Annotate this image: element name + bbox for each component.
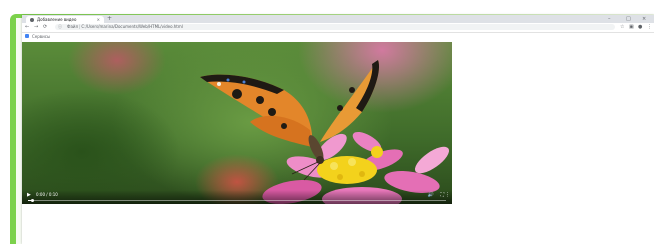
tab-bar: Добавление видео × + – □ × <box>22 15 654 23</box>
apps-label[interactable]: Сервисы <box>32 33 50 40</box>
back-button[interactable]: ← <box>25 23 29 32</box>
video-progress-knob[interactable] <box>31 199 35 202</box>
toolbar: ← → ⟳ ⓘ Файл|C:/Users/marina/Documents/W… <box>22 23 654 33</box>
fullscreen-icon[interactable]: ⛶ <box>440 192 444 198</box>
browser-window: Добавление видео × + – □ × ← → ⟳ ⓘ Файл|… <box>22 15 654 244</box>
play-icon[interactable]: ▶ <box>27 192 31 198</box>
reload-button[interactable]: ⟳ <box>43 23 47 32</box>
bookmarks-bar: Сервисы <box>22 33 654 40</box>
extensions-icon[interactable]: ▣ <box>629 23 634 32</box>
menu-icon[interactable]: ⋮ <box>647 23 652 32</box>
site-info-icon[interactable]: ⓘ <box>58 24 62 30</box>
profile-icon[interactable]: ● <box>638 23 642 32</box>
tab-title: Добавление видео <box>37 17 77 22</box>
tab-close-icon[interactable]: × <box>97 16 100 23</box>
video-controls: ▶ 0:00 / 0:10 🔊 ⛶ ⋮ <box>22 190 452 204</box>
address-scheme: Файл <box>67 24 79 29</box>
address-path: C:/Users/marina/Documents/Web/HTML/video… <box>81 24 183 29</box>
star-icon[interactable]: ☆ <box>620 23 624 32</box>
butterfly-wings <box>200 60 380 147</box>
minimize-button[interactable]: – <box>608 15 611 23</box>
forward-button[interactable]: → <box>34 23 38 32</box>
video-progress-track[interactable] <box>28 199 446 202</box>
apps-grid-icon[interactable] <box>25 34 29 38</box>
maximize-button[interactable]: □ <box>626 15 631 23</box>
butterfly-image <box>200 60 380 181</box>
more-options-icon[interactable]: ⋮ <box>445 192 450 198</box>
volume-icon[interactable]: 🔊 <box>428 192 434 198</box>
address-url: Файл|C:/Users/marina/Documents/Web/HTML/… <box>67 24 183 29</box>
close-window-button[interactable]: × <box>642 15 646 23</box>
address-bar[interactable]: ⓘ Файл|C:/Users/marina/Documents/Web/HTM… <box>55 24 615 30</box>
new-tab-button[interactable]: + <box>107 15 112 23</box>
tab-favicon-icon <box>30 18 34 22</box>
tab-active[interactable]: Добавление видео × <box>26 16 104 23</box>
video-player[interactable]: ▶ 0:00 / 0:10 🔊 ⛶ ⋮ <box>22 42 452 204</box>
video-time: 0:00 / 0:10 <box>36 192 58 197</box>
